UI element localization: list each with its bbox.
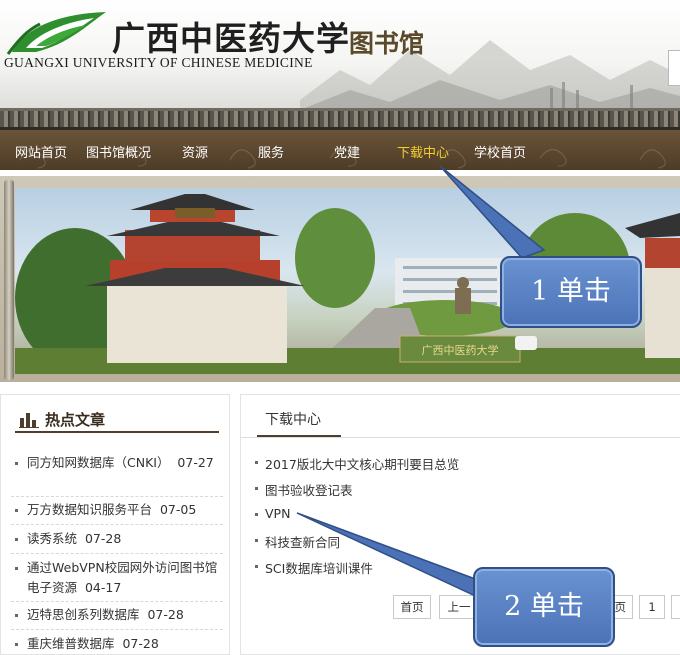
hot-article-title[interactable]: 读秀系统 [27, 531, 77, 546]
active-tab-underline [257, 435, 341, 437]
hot-article-title[interactable]: 万方数据知识服务平台 [27, 502, 152, 517]
nav-item-services[interactable]: 服务 [258, 142, 284, 161]
download-item-vpn[interactable]: VPN [254, 506, 290, 521]
hot-article-title[interactable]: 迈特思创系列数据库 [27, 607, 140, 622]
hot-article-date: 07-05 [159, 502, 197, 517]
download-item-core-journals[interactable]: 2017版北大中文核心期刊要目总览 [254, 454, 459, 473]
hot-article-date: 07-27 [177, 455, 214, 470]
university-logo-icon [6, 12, 106, 55]
school-name-cn: 广西中医药大学 [112, 19, 350, 58]
hot-article-date: 07-28 [147, 607, 184, 622]
hot-articles-title: 热点文章 [45, 411, 106, 429]
roof-tile-border [0, 108, 680, 130]
hot-article-date: 07-28 [122, 636, 159, 651]
hot-article-item[interactable]: 重庆维普数据库 07-28 [15, 634, 223, 654]
hot-article-item[interactable]: 万方数据知识服务平台 07-05 [15, 500, 223, 520]
first-page-button[interactable]: 首页 [393, 595, 431, 619]
divider [11, 496, 223, 497]
main-nav: 网站首页 图书馆概况 资源 服务 党建 下载中心 学校首页 [0, 130, 680, 170]
divider [241, 437, 680, 438]
divider [11, 553, 223, 554]
school-name-en: GUANGXI UNIVERSITY OF CHINESE MEDICINE [4, 55, 313, 70]
divider [11, 601, 223, 602]
divider [11, 629, 223, 630]
library-name: 图书馆 [349, 29, 425, 58]
hot-article-title[interactable]: 重庆维普数据库 [27, 636, 115, 651]
divider [11, 524, 223, 525]
scroll-rod-decoration [4, 180, 14, 380]
hot-article-date: 04-17 [84, 580, 122, 595]
banner-plaque-text: 广西中医药大学 [422, 343, 499, 357]
nav-item-resources[interactable]: 资源 [182, 142, 208, 161]
nav-item-download-center[interactable]: 下载中心 [397, 142, 449, 161]
bar-chart-icon [19, 413, 39, 428]
hot-articles-header: 热点文章 [15, 409, 219, 433]
site-header: 广西中医药大学 图书馆 GUANGXI UNIVERSITY OF CHINES… [0, 0, 680, 118]
hot-article-item[interactable]: 同方知网数据库（CNKI） 07-27 [15, 453, 223, 473]
tab-download-center[interactable]: 下载中心 [265, 409, 321, 429]
hot-article-title[interactable]: 同方知网数据库（CNKI） [27, 455, 169, 470]
hot-article-date: 07-28 [84, 531, 122, 546]
hot-article-title[interactable]: 通过WebVPN校园网外访问图书馆电子资源 [27, 560, 217, 595]
download-item-novelty-search[interactable]: 科技查新合同 [254, 532, 340, 551]
nav-item-school-home[interactable]: 学校首页 [474, 142, 526, 161]
hot-article-item[interactable]: 读秀系统 07-28 [15, 529, 223, 549]
download-item-book-acceptance[interactable]: 图书验收登记表 [255, 480, 353, 499]
hot-article-item[interactable]: 迈特思创系列数据库 07-28 [15, 605, 223, 625]
hot-article-item[interactable]: 通过WebVPN校园网外访问图书馆电子资源 04-17 [15, 558, 223, 598]
search-input[interactable] [668, 50, 680, 86]
nav-item-party[interactable]: 党建 [334, 142, 360, 161]
nav-item-home[interactable]: 网站首页 [15, 142, 67, 161]
download-item-sci-training[interactable]: SCI数据库培训课件 [255, 558, 373, 577]
go-page-button[interactable] [671, 595, 680, 619]
callout-step-1: 1 单击 [500, 256, 642, 328]
callout-step-2: 2 单击 [473, 567, 615, 647]
hot-articles-panel: 热点文章 同方知网数据库（CNKI） 07-27 万方数据知识服务平台 07-0… [0, 394, 230, 655]
page-number-input[interactable]: 1 [639, 595, 665, 619]
left-tower [85, 194, 305, 363]
nav-item-library-overview[interactable]: 图书馆概况 [86, 142, 151, 161]
